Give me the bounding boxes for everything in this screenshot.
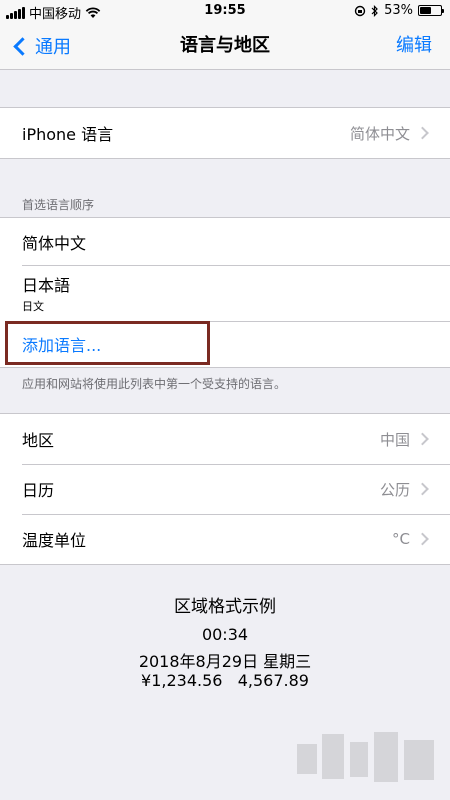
iphone-language-group: iPhone 语言 简体中文: [0, 107, 450, 159]
watermark-image: [297, 732, 434, 782]
language-sublabel: 日文: [22, 300, 44, 313]
battery-percent: 53%: [384, 3, 413, 18]
battery-fill: [420, 7, 431, 14]
preferred-languages-group: 简体中文 日本語 日文 添加语言...: [0, 217, 450, 368]
language-item-simplified-chinese[interactable]: 简体中文: [0, 218, 450, 265]
add-language-label: 添加语言...: [22, 336, 102, 355]
language-label: 日本語: [22, 276, 71, 295]
edit-button[interactable]: 编辑: [396, 22, 432, 70]
page-title: 语言与地区: [180, 35, 270, 56]
add-language-button[interactable]: 添加语言...: [0, 321, 450, 367]
iphone-language-value: 简体中文: [349, 124, 410, 143]
format-example-time: 00:34: [201, 625, 249, 644]
preferred-languages-header: 首选语言顺序: [22, 198, 95, 212]
region-value: 中国: [379, 430, 410, 449]
preferred-languages-footer: 应用和网站将使用此列表中第一个受支持的语言。: [22, 377, 287, 391]
temperature-unit-row[interactable]: 温度单位 °C: [0, 514, 450, 564]
bluetooth-icon: [371, 4, 378, 17]
chevron-right-icon: [416, 482, 429, 496]
calendar-value: 公历: [379, 480, 410, 499]
temperature-unit-value: °C: [392, 530, 410, 548]
iphone-language-row[interactable]: iPhone 语言 简体中文: [0, 108, 450, 158]
iphone-language-label: iPhone 语言: [22, 125, 114, 144]
chevron-right-icon: [416, 432, 429, 446]
chevron-right-icon: [416, 126, 429, 140]
rotation-lock-icon: [354, 5, 366, 16]
temperature-unit-label: 温度单位: [22, 531, 87, 550]
format-example-date: 2018年8月29日 星期三: [138, 652, 312, 671]
chevron-right-icon: [416, 532, 429, 546]
region-row[interactable]: 地区 中国: [0, 414, 450, 464]
status-right: 53%: [354, 3, 444, 18]
calendar-row[interactable]: 日历 公历: [0, 464, 450, 514]
region-settings-group: 地区 中国 日历 公历 温度单位 °C: [0, 413, 450, 565]
status-bar: 中国移动 19:55 53%: [0, 0, 450, 22]
calendar-label: 日历: [22, 481, 55, 500]
battery-icon: [418, 5, 444, 16]
format-example-numbers: ¥1,234.56 4,567.89: [141, 671, 309, 690]
format-example-title: 区域格式示例: [174, 597, 276, 617]
language-item-japanese[interactable]: 日本語 日文: [0, 265, 450, 321]
language-label: 简体中文: [22, 233, 87, 253]
region-label: 地区: [22, 431, 55, 450]
navigation-bar: 通用 语言与地区 编辑: [0, 22, 450, 70]
